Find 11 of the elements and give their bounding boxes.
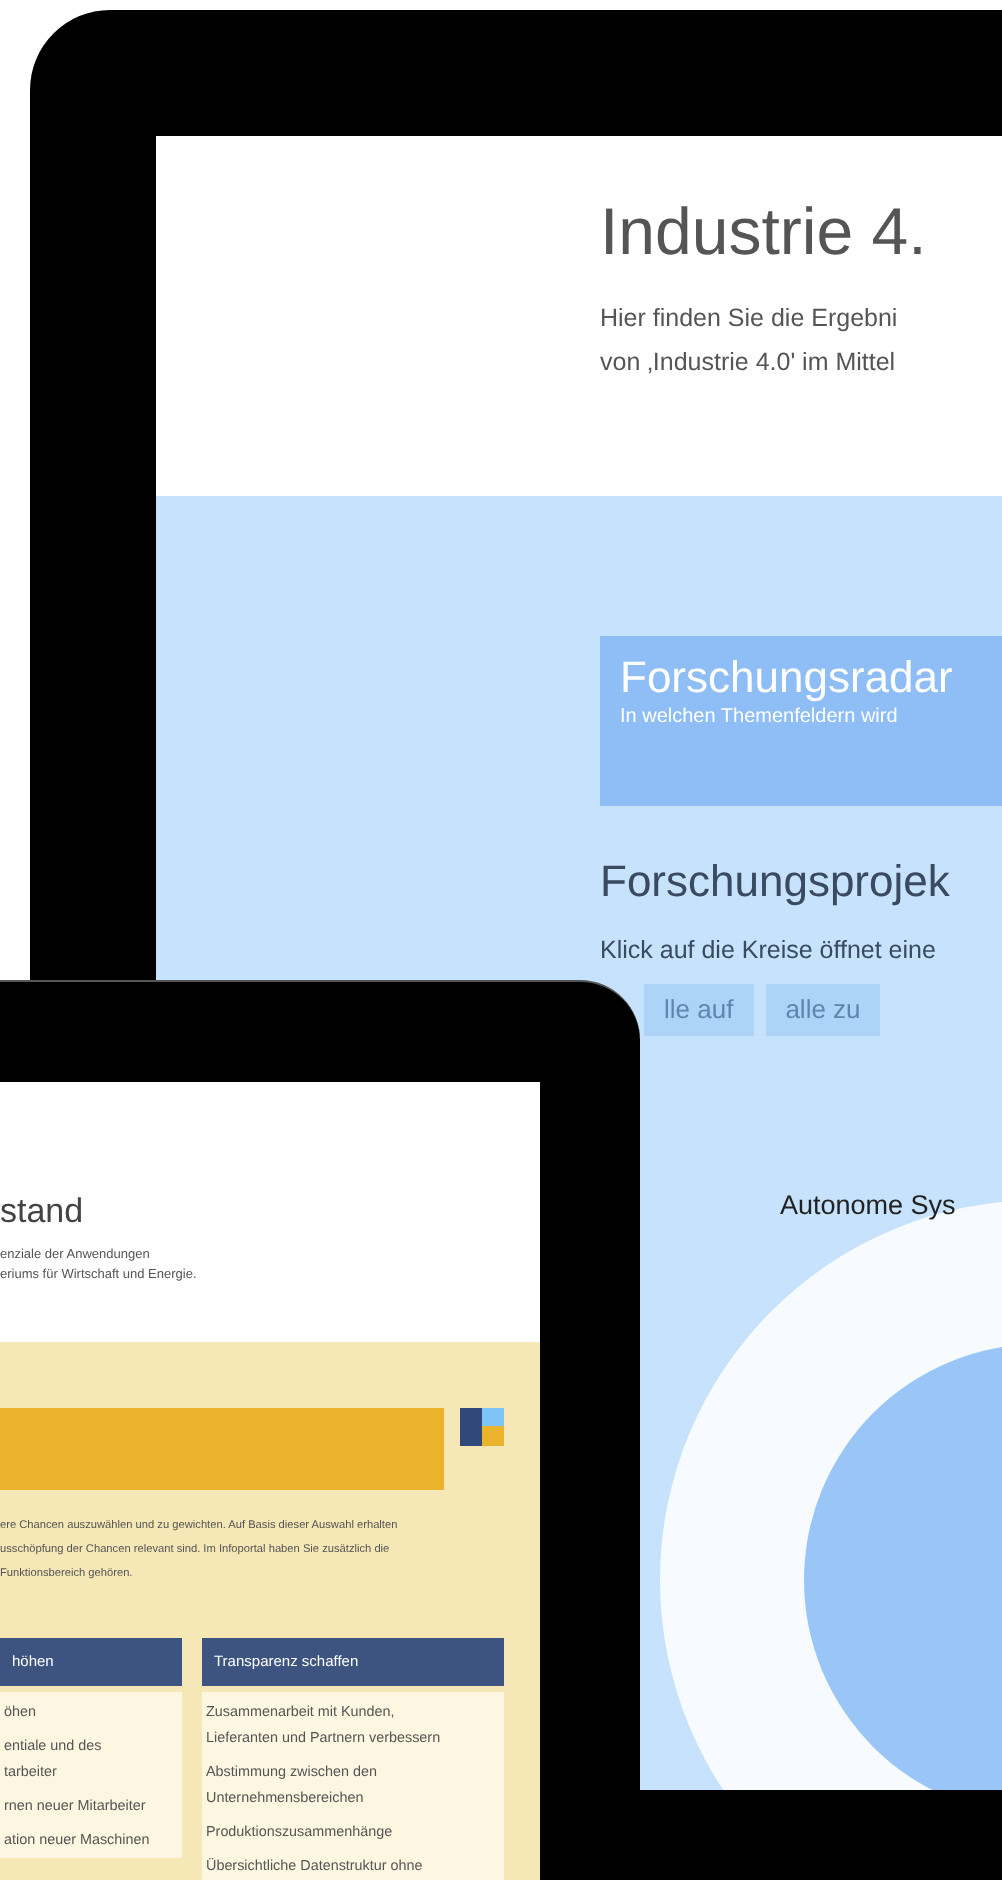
page-title: Industrie 4. [600, 192, 929, 272]
radar-title: Forschungsradar [620, 652, 955, 704]
page-title: stand [0, 1192, 86, 1232]
hint-text: Klick auf die Kreise öffnet eine [600, 934, 938, 966]
bubble-label: Autonome Sys [780, 1188, 958, 1224]
toggle-button[interactable]: lle auf [644, 984, 754, 1036]
toggle-button[interactable]: alle zu [765, 984, 881, 1036]
logo-icon [460, 1408, 504, 1446]
section-heading: Forschungsprojek [600, 854, 952, 910]
intro-text: Hier finden Sie die Ergebni von ‚Industrie 4.0' im Mittel [600, 302, 900, 380]
radar-subtitle: In welchen Themenfeldern wird [620, 704, 900, 732]
